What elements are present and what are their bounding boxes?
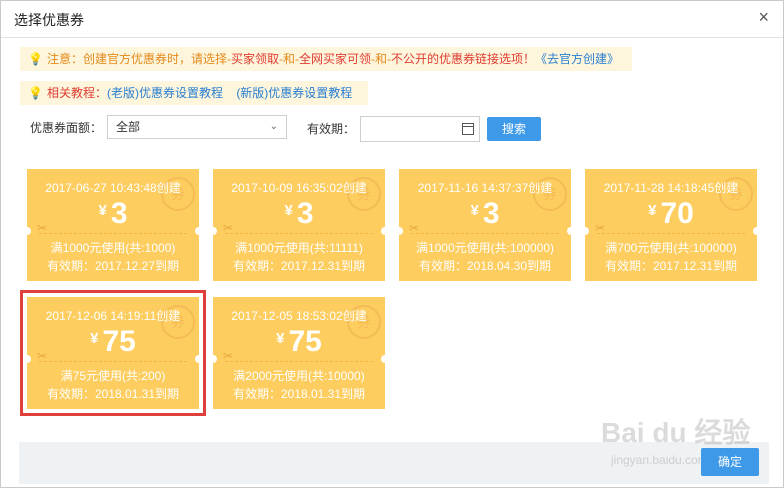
notice-official-create: 💡 注意：创建官方优惠券时，请选择-买家领取-和-全网买家可领-和-不公开的优惠券… — [20, 47, 632, 71]
coupon-amount: ¥75 — [90, 325, 136, 358]
dialog-title: 选择优惠券 — [14, 12, 84, 28]
lightbulb-icon: 💡 — [28, 86, 43, 100]
coupon-condition: 满700元使用(共:100000) — [605, 241, 737, 255]
coupon-condition: 满1000元使用(共:100000) — [415, 241, 555, 255]
notice-highlight: 不公开的优惠券链接选项！ — [391, 52, 536, 66]
currency-symbol: ¥ — [284, 202, 293, 219]
coupon-amount: ¥3 — [470, 197, 500, 230]
search-button[interactable]: 搜索 — [487, 117, 541, 141]
coupon-card[interactable]: 券 2017-12-05 18:53:02创建 ¥75 ✂ 满2000元使用(共… — [209, 297, 389, 409]
coupon-amount: ¥75 — [276, 325, 322, 358]
calendar-icon[interactable] — [462, 123, 474, 135]
coupon-created-date: 2017-11-16 14:37:37创建 — [417, 181, 553, 195]
coupon-amount: ¥70 — [648, 197, 694, 230]
chevron-down-icon: ⌄ — [269, 121, 278, 132]
coupon-amount: ¥3 — [98, 197, 128, 230]
coupon-validity: 有效期：2017.12.31到期 — [232, 259, 366, 273]
coupon-condition: 满2000元使用(共:10000) — [233, 369, 365, 383]
coupon-card[interactable]: 券 2017-11-28 14:18:45创建 ¥70 ✂ 满700元使用(共:… — [581, 169, 761, 281]
lightbulb-icon: 💡 — [28, 52, 43, 66]
coupon-card[interactable]: 券 2017-11-16 14:37:37创建 ¥3 ✂ 满1000元使用(共:… — [395, 169, 575, 281]
currency-symbol: ¥ — [470, 202, 479, 219]
notice-highlight: 买家领取 — [230, 52, 279, 66]
currency-symbol: ¥ — [98, 202, 107, 219]
denomination-label: 优惠券面额： — [30, 121, 103, 135]
coupon-validity: 有效期：2018.01.31到期 — [46, 387, 180, 401]
notice-tutorials: 💡 相关教程：(老版)优惠券设置教程 (新版)优惠券设置教程 — [20, 81, 368, 105]
close-icon[interactable]: × — [758, 8, 769, 26]
notice-text: 创建官方优惠券时，请选择- — [82, 52, 231, 66]
new-tutorial-link[interactable]: (新版)优惠券设置教程 — [236, 86, 352, 100]
coupon-created-date: 2017-11-28 14:18:45创建 — [603, 181, 739, 195]
validity-label: 有效期： — [307, 122, 356, 136]
notice-text: -和- — [371, 52, 391, 66]
official-create-link[interactable]: 《去官方创建》 — [535, 52, 619, 66]
coupon-card[interactable]: 券 2017-06-27 10:43:48创建 ¥3 ✂ 满1000元使用(共:… — [23, 169, 203, 281]
coupon-validity: 有效期：2018.01.31到期 — [232, 387, 366, 401]
baidu-watermark: Bai du 经验 — [601, 417, 751, 448]
currency-symbol: ¥ — [648, 202, 657, 219]
baidu-watermark-url: jingyan.baidu.com — [611, 453, 708, 467]
coupon-validity: 有效期：2017.12.27到期 — [46, 259, 180, 273]
coupon-created-date: 2017-12-05 18:53:02创建 — [231, 309, 367, 323]
coupon-amount: ¥3 — [284, 197, 314, 230]
currency-symbol: ¥ — [90, 330, 99, 347]
coupon-validity: 有效期：2017.12.31到期 — [604, 259, 738, 273]
coupon-dialog: 选择优惠券 × 💡 注意：创建官方优惠券时，请选择-买家领取-和-全网买家可领-和… — [0, 0, 784, 488]
dialog-titlebar: 选择优惠券 × — [1, 1, 783, 38]
coupon-created-date: 2017-12-06 14:19:11创建 — [45, 309, 181, 323]
validity-date-input[interactable] — [360, 116, 480, 142]
coupon-condition: 满1000元使用(共:1000) — [50, 241, 176, 255]
coupon-created-date: 2017-06-27 10:43:48创建 — [45, 181, 181, 195]
coupon-condition: 满1000元使用(共:11111) — [235, 241, 363, 255]
coupon-validity: 有效期：2018.04.30到期 — [418, 259, 552, 273]
denomination-value: 全部 — [116, 120, 141, 134]
coupon-created-date: 2017-10-09 16:35:02创建 — [231, 181, 367, 195]
denomination-select[interactable]: 全部 ⌄ — [107, 115, 287, 139]
coupon-condition: 满75元使用(共:200) — [60, 369, 166, 383]
tutorial-prefix: 相关教程： — [46, 86, 107, 100]
notice-prefix: 注意： — [46, 52, 83, 66]
coupon-card[interactable]: 券 2017-10-09 16:35:02创建 ¥3 ✂ 满1000元使用(共:… — [209, 169, 389, 281]
currency-symbol: ¥ — [276, 330, 285, 347]
notice-highlight: 全网买家可领 — [298, 52, 371, 66]
notice-text: -和- — [278, 52, 299, 66]
coupon-card-selected[interactable]: 券 2017-12-06 14:19:11创建 ¥75 ✂ 满75元使用(共:2… — [20, 290, 206, 416]
confirm-button[interactable]: 确定 — [701, 448, 759, 476]
old-tutorial-link[interactable]: (老版)优惠券设置教程 — [107, 86, 223, 100]
